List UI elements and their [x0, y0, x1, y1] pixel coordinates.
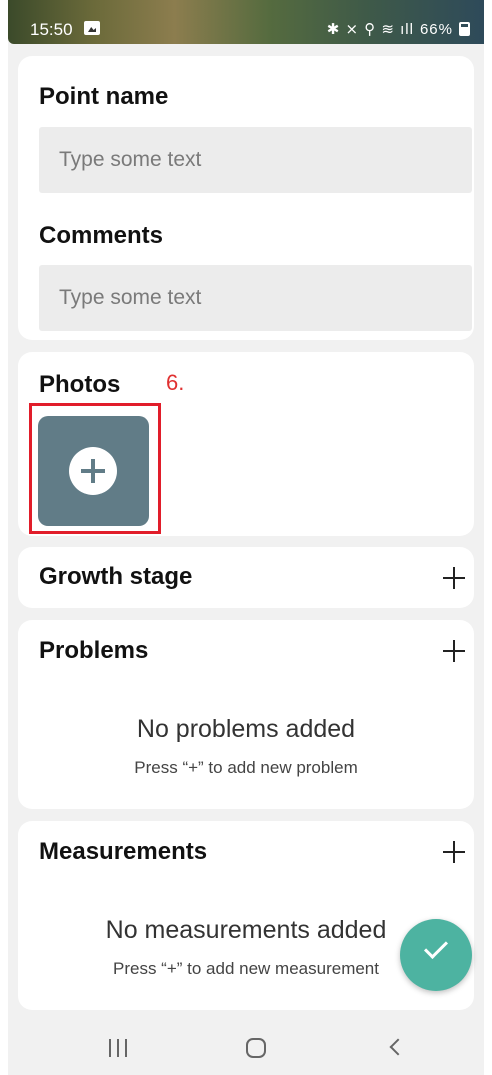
- app-screen: 15:50 ✱ ⨯ ⚲ ≋ ıll 66% Point name Type so…: [8, 0, 484, 1075]
- measurements-label: Measurements: [39, 838, 208, 865]
- growth-stage-add-icon[interactable]: [443, 567, 465, 589]
- battery-percent: 66%: [419, 20, 453, 38]
- add-photo-button[interactable]: [38, 416, 149, 526]
- recent-apps-icon[interactable]: [109, 1039, 129, 1057]
- growth-stage-card[interactable]: Growth stage: [18, 547, 474, 608]
- comments-input[interactable]: Type some text: [39, 265, 472, 331]
- problems-label: Problems: [39, 637, 149, 664]
- point-name-label: Point name: [39, 83, 169, 110]
- save-fab-button[interactable]: [400, 919, 472, 991]
- measurements-add-icon[interactable]: [443, 841, 465, 863]
- problems-empty-hint: Press “+” to add new problem: [134, 758, 358, 777]
- point-name-input[interactable]: Type some text: [39, 127, 472, 193]
- problems-card: Problems No problems added Press “+” to …: [18, 620, 474, 809]
- battery-icon: [459, 22, 470, 36]
- home-icon[interactable]: [246, 1038, 266, 1058]
- status-indicators: ✱ ⨯ ⚲ ≋ ıll 66%: [327, 20, 470, 38]
- status-bar: 15:50 ✱ ⨯ ⚲ ≋ ıll 66%: [8, 0, 484, 44]
- measurements-card: Measurements No measurements added Press…: [18, 821, 474, 1010]
- back-icon[interactable]: [389, 1038, 407, 1056]
- details-card: Point name Type some text Comments Type …: [18, 56, 474, 340]
- step-annotation: 6.: [166, 370, 185, 395]
- status-time: 15:50: [30, 20, 73, 39]
- problems-add-icon[interactable]: [443, 640, 465, 662]
- comments-label: Comments: [39, 222, 164, 249]
- problems-empty-title: No problems added: [136, 715, 356, 743]
- plus-circle-icon: [69, 447, 117, 495]
- system-nav-bar: [8, 1018, 484, 1075]
- status-icons: ✱ ⨯ ⚲ ≋ ıll: [326, 21, 414, 38]
- photos-label: Photos: [39, 371, 121, 398]
- check-icon: [423, 934, 449, 960]
- gallery-notification-icon: [84, 21, 100, 35]
- growth-stage-label: Growth stage: [39, 563, 193, 590]
